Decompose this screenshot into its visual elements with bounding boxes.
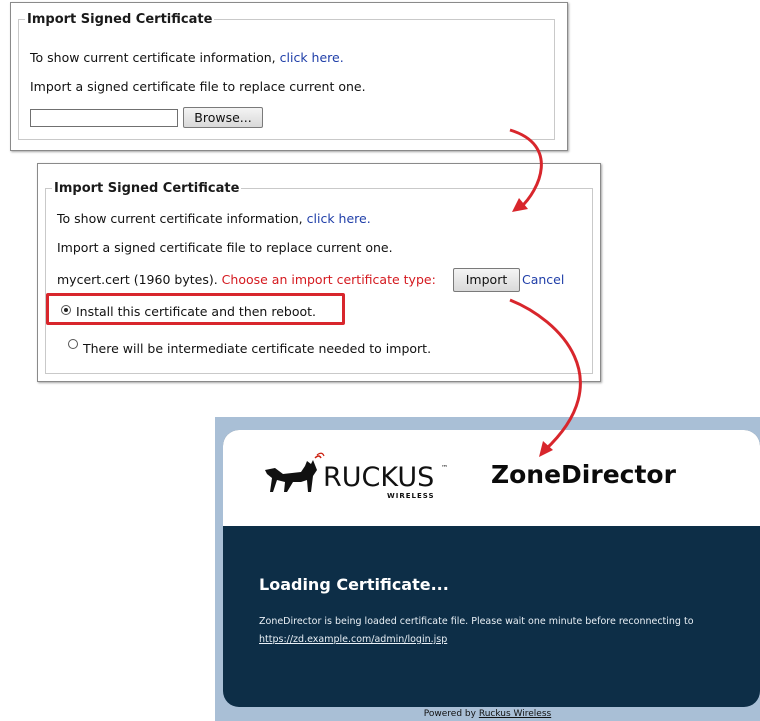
arrow-2 bbox=[509, 298, 582, 452]
arrow-1 bbox=[509, 128, 543, 210]
flow-arrows bbox=[509, 128, 582, 457]
